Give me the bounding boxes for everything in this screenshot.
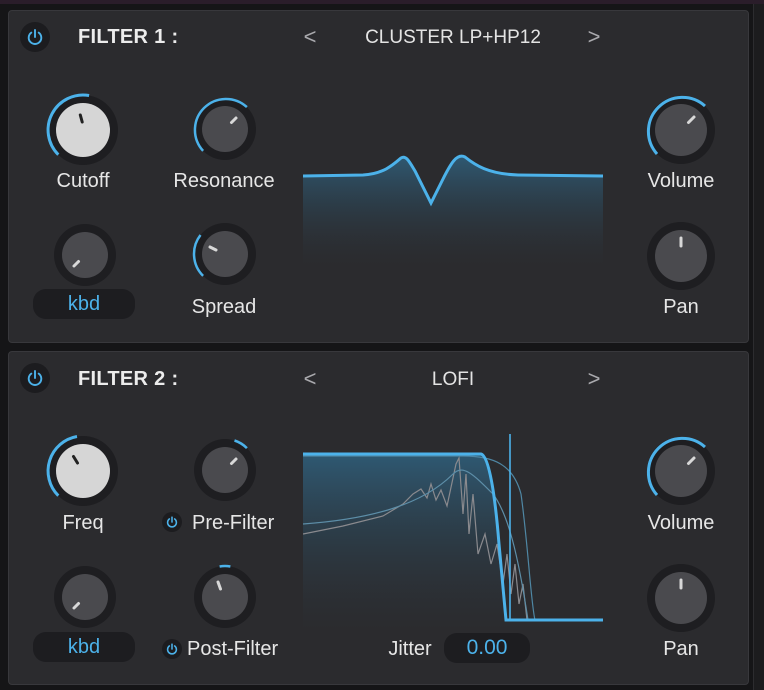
filter-2-volume-knob[interactable] [643,433,719,509]
power-icon [166,516,178,528]
post-filter-knob[interactable] [190,562,260,632]
filter-2-preset-name[interactable]: LOFI [333,369,573,391]
chevron-left-icon: < [303,366,317,391]
filter-2-volume-label: Volume [647,512,715,534]
power-icon [27,370,43,386]
spread-knob[interactable] [190,219,260,289]
filter-1-volume-knob[interactable] [643,92,719,168]
resonance-label: Resonance [173,170,275,192]
filter-1-pan-label: Pan [663,296,699,318]
pre-filter-label: Pre-Filter [192,512,275,534]
jitter-value-field[interactable]: 0.00 [444,633,530,663]
filter-2-power-button[interactable] [20,363,50,393]
resonance-knob[interactable] [190,94,260,164]
jitter-label: Jitter [388,638,432,660]
filter-1-kbd-knob[interactable] [50,220,120,290]
filter-2-kbd-knob[interactable] [50,562,120,632]
filter-2-response-graph[interactable] [303,434,603,632]
cutoff-label: Cutoff [56,170,110,192]
filter-2-title: FILTER 2 : [78,368,179,390]
filter-2-kbd-selector[interactable]: kbd [33,632,135,662]
post-filter-power-button[interactable] [162,639,182,659]
power-icon [27,29,43,45]
filter-1-response-graph[interactable] [303,149,603,267]
filter-2-pan-label: Pan [663,638,699,660]
chevron-right-icon: > [587,24,601,49]
pre-filter-knob[interactable] [190,435,260,505]
filter-1-panel: FILTER 1 : < CLUSTER LP+HP12 > Cutoff Re… [8,10,749,343]
power-icon [166,643,178,655]
filter-2-next-preset-button[interactable]: > [584,367,604,391]
filter-1-prev-preset-button[interactable]: < [300,25,320,49]
cutoff-knob[interactable] [44,91,122,169]
filter-1-pan-knob[interactable] [643,218,719,294]
filter-2-panel: FILTER 2 : < LOFI > Freq Pre-Filter kbd [8,351,749,685]
right-edge-strip [753,4,764,690]
pre-filter-power-button[interactable] [162,512,182,532]
chevron-right-icon: > [587,366,601,391]
filter-1-volume-label: Volume [647,170,715,192]
freq-label: Freq [62,512,104,534]
filter-1-power-button[interactable] [20,22,50,52]
filter-2-prev-preset-button[interactable]: < [300,367,320,391]
filter-2-pan-knob[interactable] [643,560,719,636]
filter-1-kbd-selector[interactable]: kbd [33,289,135,319]
freq-knob[interactable] [44,432,122,510]
filter-1-next-preset-button[interactable]: > [584,25,604,49]
chevron-left-icon: < [303,24,317,49]
filter-1-preset-name[interactable]: CLUSTER LP+HP12 [333,27,573,49]
top-border [0,0,764,4]
filter-1-title: FILTER 1 : [78,26,179,48]
post-filter-label: Post-Filter [187,638,279,660]
spread-label: Spread [191,296,257,318]
